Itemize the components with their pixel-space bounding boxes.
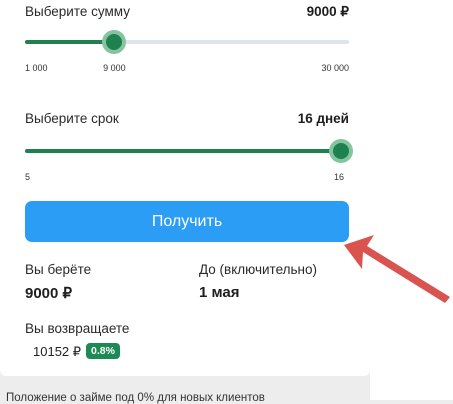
term-value: 16 дней bbox=[297, 111, 349, 126]
term-label: Выберите срок bbox=[25, 111, 119, 126]
amount-min-tick: 1 000 bbox=[25, 63, 48, 73]
amount-max-tick: 30 000 bbox=[321, 63, 349, 73]
amount-slider-thumb[interactable] bbox=[106, 34, 123, 50]
term-max-tick: 16 bbox=[334, 172, 345, 182]
footnote-link[interactable]: Положение о займе под 0% для новых клиен… bbox=[6, 392, 265, 404]
term-slider-fill bbox=[25, 149, 341, 153]
amount-slider[interactable] bbox=[25, 30, 349, 54]
term-slider[interactable] bbox=[25, 139, 353, 163]
until-value: 1 мая bbox=[199, 284, 240, 301]
red-arrow-icon bbox=[344, 235, 450, 303]
amount-current-tick: 9 000 bbox=[103, 63, 126, 73]
loan-calculator-card: Выберите сумму 9000 ₽ 1 000 9 000 30 000… bbox=[0, 0, 370, 376]
until-label: До (включительно) bbox=[199, 262, 318, 277]
term-min-tick: 5 bbox=[25, 172, 31, 182]
amount-value: 9000 ₽ bbox=[306, 4, 349, 19]
amount-label: Выберите сумму bbox=[25, 4, 130, 19]
term-slider-thumb[interactable] bbox=[333, 143, 349, 159]
rate-badge: 0.8% bbox=[86, 343, 120, 359]
page-background bbox=[370, 0, 453, 400]
return-label: Вы возвращаете bbox=[25, 321, 130, 336]
return-value: 10152 ₽ bbox=[33, 344, 82, 359]
get-loan-button[interactable]: Получить bbox=[25, 201, 349, 242]
amount-slider-fill bbox=[25, 40, 115, 44]
borrow-label: Вы берёте bbox=[25, 262, 92, 277]
borrow-value: 9000 ₽ bbox=[25, 285, 73, 302]
